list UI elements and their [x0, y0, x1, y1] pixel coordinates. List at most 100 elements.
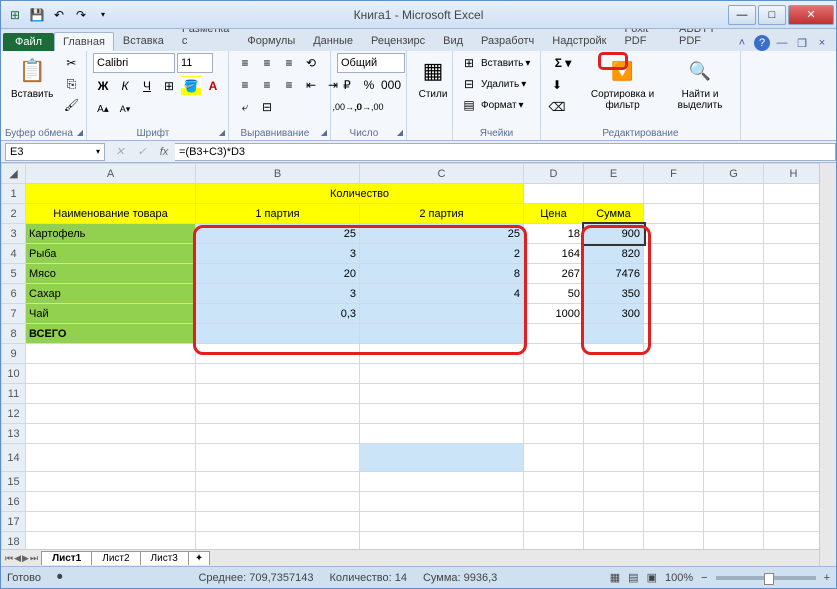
cell-A16[interactable] — [26, 492, 196, 512]
cell-F9[interactable] — [644, 344, 704, 364]
row-header-9[interactable]: 9 — [2, 344, 26, 364]
cell-H8[interactable] — [764, 324, 824, 344]
cell-D3[interactable]: 18 — [524, 224, 584, 244]
delete-cells-icon[interactable]: ⊟ — [459, 74, 479, 94]
cell-B13[interactable] — [196, 424, 360, 444]
cell-C12[interactable] — [360, 404, 524, 424]
cut-icon[interactable]: ✂ — [61, 53, 81, 73]
cell-B3[interactable]: 25 — [196, 224, 360, 244]
cell-D8[interactable] — [524, 324, 584, 344]
cell-D10[interactable] — [524, 364, 584, 384]
enter-formula-icon[interactable]: ✓ — [131, 145, 153, 158]
copy-icon[interactable]: ⎘ — [61, 74, 81, 94]
font-name-select[interactable] — [93, 53, 175, 73]
sort-filter-button[interactable]: 🔽 Сортировка и фильтр — [583, 53, 662, 113]
cell-F6[interactable] — [644, 284, 704, 304]
qat-dropdown-icon[interactable]: ▾ — [93, 5, 113, 25]
cell-C5[interactable]: 8 — [360, 264, 524, 284]
row-header-7[interactable]: 7 — [2, 304, 26, 324]
align-bottom-icon[interactable]: ≡ — [279, 53, 299, 73]
cell-F12[interactable] — [644, 404, 704, 424]
select-all-corner[interactable]: ◢ — [2, 164, 26, 184]
cell-B17[interactable] — [196, 512, 360, 532]
row-header-15[interactable]: 15 — [2, 472, 26, 492]
cell-C17[interactable] — [360, 512, 524, 532]
formula-input[interactable]: =(B3+C3)*D3 — [175, 143, 836, 161]
cell-B6[interactable]: 3 — [196, 284, 360, 304]
format-cells-label[interactable]: Формат — [481, 100, 517, 111]
cell-B16[interactable] — [196, 492, 360, 512]
name-box[interactable]: E3▾ — [5, 143, 105, 161]
zoom-in-icon[interactable]: + — [824, 572, 830, 584]
tab-data[interactable]: Данные — [304, 31, 362, 51]
cell-F15[interactable] — [644, 472, 704, 492]
view-normal-icon[interactable]: ▦ — [610, 571, 620, 584]
cell-G16[interactable] — [704, 492, 764, 512]
font-launcher-icon[interactable]: ◢ — [219, 128, 225, 137]
cell-F1[interactable] — [644, 184, 704, 204]
mdi-close-icon[interactable]: × — [814, 35, 830, 51]
cell-H14[interactable] — [764, 444, 824, 472]
cell-D14[interactable] — [524, 444, 584, 472]
cell-A7[interactable]: Чай — [26, 304, 196, 324]
sheet-nav-last-icon[interactable]: ⏭ — [30, 553, 38, 564]
cell-H10[interactable] — [764, 364, 824, 384]
cell-D15[interactable] — [524, 472, 584, 492]
cell-D1[interactable] — [524, 184, 584, 204]
tab-insert[interactable]: Вставка — [114, 31, 173, 51]
col-header-G[interactable]: G — [704, 164, 764, 184]
tab-developer[interactable]: Разработч — [472, 31, 543, 51]
number-launcher-icon[interactable]: ◢ — [397, 128, 403, 137]
percent-icon[interactable]: % — [359, 75, 379, 95]
cell-G14[interactable] — [704, 444, 764, 472]
minimize-ribbon-icon[interactable]: ˄ — [734, 35, 750, 51]
undo-icon[interactable]: ↶ — [49, 5, 69, 25]
cell-B4[interactable]: 3 — [196, 244, 360, 264]
zoom-slider[interactable] — [716, 576, 816, 580]
row-header-17[interactable]: 17 — [2, 512, 26, 532]
cell-A8[interactable]: ВСЕГО — [26, 324, 196, 344]
cell-C14[interactable] — [360, 444, 524, 472]
cell-D6[interactable]: 50 — [524, 284, 584, 304]
wrap-text-icon[interactable]: ⤶ — [235, 97, 255, 117]
clear-icon[interactable]: ⌫ — [547, 97, 567, 117]
cell-G9[interactable] — [704, 344, 764, 364]
cell-E9[interactable] — [584, 344, 644, 364]
cell-H1[interactable] — [764, 184, 824, 204]
cell-G11[interactable] — [704, 384, 764, 404]
cell-H4[interactable] — [764, 244, 824, 264]
cell-H3[interactable] — [764, 224, 824, 244]
row-header-10[interactable]: 10 — [2, 364, 26, 384]
cell-B12[interactable] — [196, 404, 360, 424]
align-middle-icon[interactable]: ≡ — [257, 53, 277, 73]
cell-D12[interactable] — [524, 404, 584, 424]
cell-E10[interactable] — [584, 364, 644, 384]
cell-F5[interactable] — [644, 264, 704, 284]
cell-H17[interactable] — [764, 512, 824, 532]
cell-B14[interactable] — [196, 444, 360, 472]
cell-C8[interactable] — [360, 324, 524, 344]
cell-A3[interactable]: Картофель — [26, 224, 196, 244]
save-icon[interactable]: 💾 — [27, 5, 47, 25]
insert-cells-label[interactable]: Вставить — [481, 58, 523, 69]
cell-D16[interactable] — [524, 492, 584, 512]
cell-H5[interactable] — [764, 264, 824, 284]
cell-F3[interactable] — [644, 224, 704, 244]
tab-view[interactable]: Вид — [434, 31, 472, 51]
paste-button[interactable]: 📋 Вставить — [7, 53, 57, 102]
sheet-tab-1[interactable]: Лист1 — [41, 551, 92, 565]
cell-B10[interactable] — [196, 364, 360, 384]
row-header-16[interactable]: 16 — [2, 492, 26, 512]
cell-B1C1[interactable]: Количество — [196, 184, 524, 204]
cell-C2[interactable]: 2 партия — [360, 204, 524, 224]
cell-G1[interactable] — [704, 184, 764, 204]
cell-A17[interactable] — [26, 512, 196, 532]
cell-D7[interactable]: 1000 — [524, 304, 584, 324]
cell-F16[interactable] — [644, 492, 704, 512]
font-size-select[interactable] — [177, 53, 213, 73]
border-icon[interactable]: ⊞ — [159, 76, 179, 96]
tab-review[interactable]: Рецензирс — [362, 31, 434, 51]
cell-A9[interactable] — [26, 344, 196, 364]
cell-H9[interactable] — [764, 344, 824, 364]
cell-G4[interactable] — [704, 244, 764, 264]
